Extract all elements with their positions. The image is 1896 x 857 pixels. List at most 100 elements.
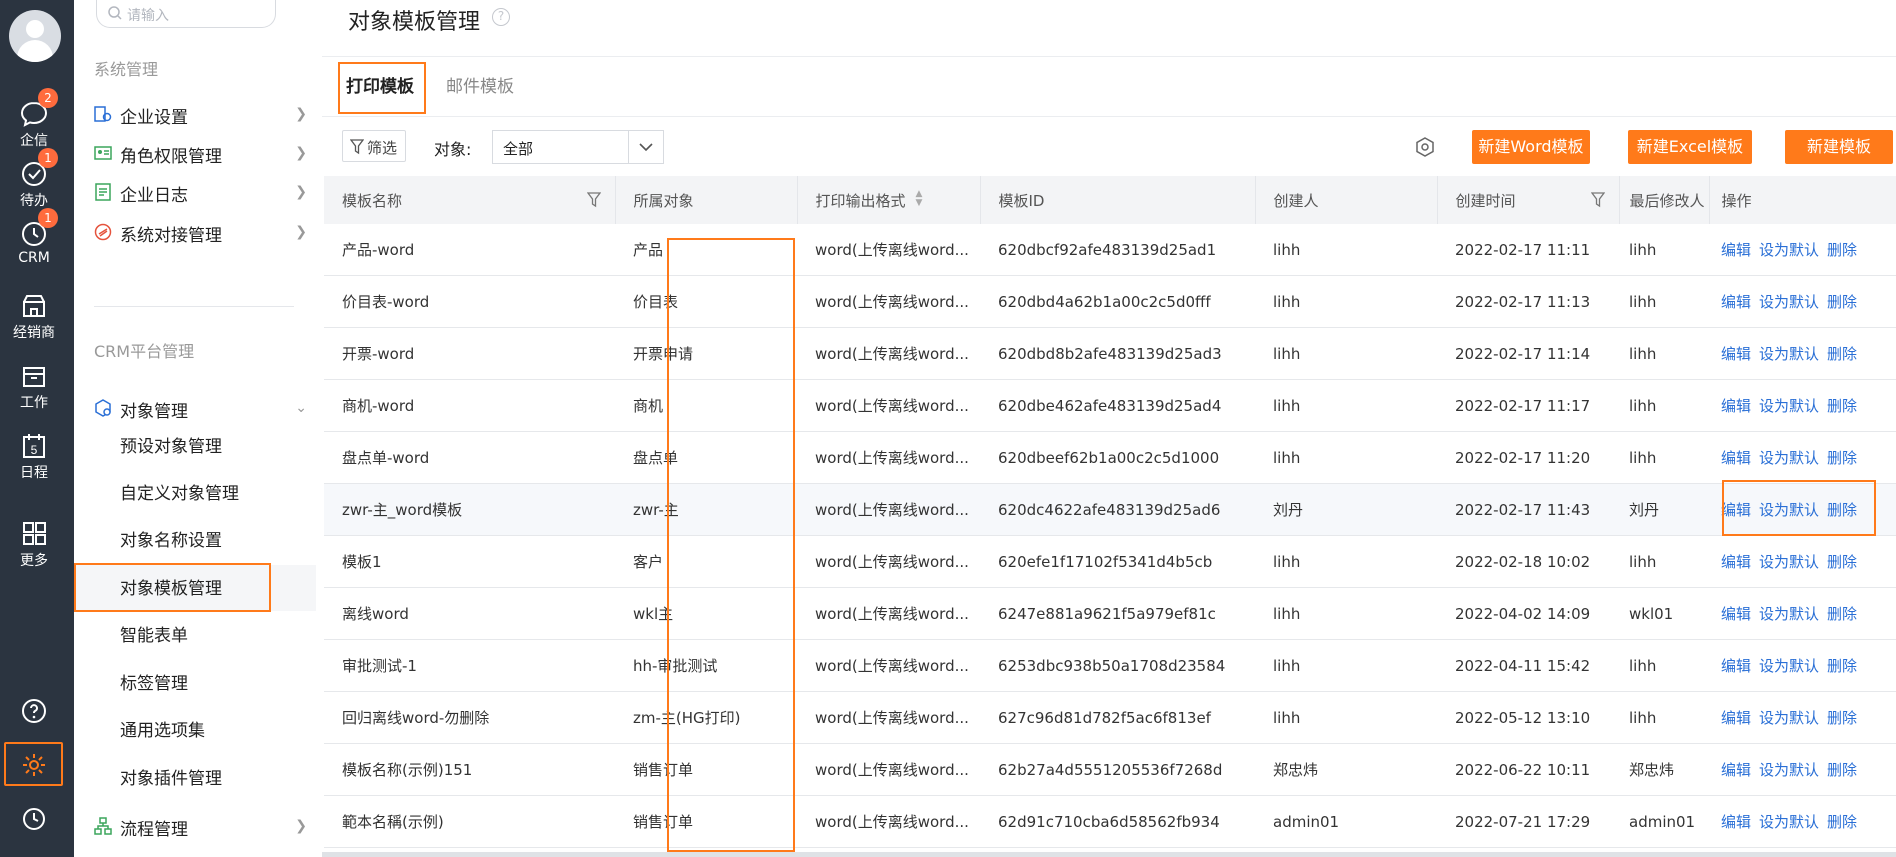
nav-item-process-management[interactable]: 流程管理 ❯ [94, 810, 307, 840]
rail-item-calendar[interactable]: 5 日程 [0, 432, 68, 482]
filter-button[interactable]: 筛选 [342, 130, 406, 162]
cell-creator: lihh [1255, 224, 1437, 276]
set-default-link[interactable]: 设为默认 [1759, 605, 1819, 623]
column-header-creator[interactable]: 创建人 [1255, 176, 1438, 224]
delete-link[interactable]: 删除 [1827, 397, 1857, 415]
delete-link[interactable]: 删除 [1827, 605, 1857, 623]
tab-email-templates[interactable]: 邮件模板 [446, 72, 514, 97]
new-excel-template-button[interactable]: 新建Excel模板 [1628, 130, 1752, 164]
delete-link[interactable]: 删除 [1827, 345, 1857, 363]
edit-link[interactable]: 编辑 [1721, 553, 1751, 571]
table-row: 回归离线word-勿删除 zm-主(HG打印) word(上传离线word... 62… [324, 691, 1896, 744]
new-word-template-button[interactable]: 新建Word模板 [1472, 130, 1590, 164]
header-divider [322, 56, 1896, 57]
nav-search-input[interactable]: 请输入 [96, 0, 276, 28]
set-default-link[interactable]: 设为默认 [1759, 813, 1819, 831]
column-header-created[interactable]: 创建时间 [1437, 176, 1620, 224]
cell-template-id: 620dc4622afe483139d25ad6 [980, 483, 1255, 536]
cell-format: word(上传离线word... [797, 483, 980, 536]
cell-format: word(上传离线word... [797, 639, 980, 692]
set-default-link[interactable]: 设为默认 [1759, 345, 1819, 363]
delete-link[interactable]: 删除 [1827, 449, 1857, 467]
rail-item-todo[interactable]: 待办 1 [0, 148, 68, 210]
set-default-link[interactable]: 设为默认 [1759, 553, 1819, 571]
table-header-row: 模板名称 所属对象 打印输出格式 ▲ ▼ 模板ID 创建人 创建时间 最后修改人 … [324, 176, 1896, 224]
help-button[interactable] [0, 698, 68, 728]
column-header-name[interactable]: 模板名称 [324, 176, 616, 224]
column-header-object[interactable]: 所属对象 [615, 176, 798, 224]
cell-template-id: 620efe1f17102f5341d4b5cb [980, 535, 1255, 588]
set-default-link[interactable]: 设为默认 [1759, 449, 1819, 467]
nav-subitem-smart-forms[interactable]: 智能表单 [120, 621, 188, 646]
rail-item-work[interactable]: 工作 [0, 362, 68, 412]
rail-item-crm[interactable]: CRM 1 [0, 208, 68, 266]
object-select[interactable]: 全部 [492, 130, 664, 164]
filter-icon[interactable] [1590, 192, 1605, 208]
edit-link[interactable]: 编辑 [1721, 605, 1751, 623]
nav-item-system-integration[interactable]: 系统对接管理 ❯ [94, 216, 307, 246]
new-template-button[interactable]: 新建模板 [1785, 130, 1893, 164]
column-header-format[interactable]: 打印输出格式 ▲ ▼ [797, 176, 981, 224]
rail-item-more[interactable]: 更多 [0, 520, 68, 570]
cell-actions: 编辑 设为默认 删除 [1709, 431, 1896, 484]
set-default-link[interactable]: 设为默认 [1759, 709, 1819, 727]
nav-subitem-option-sets[interactable]: 通用选项集 [120, 716, 205, 741]
chevron-right-icon: ❯ [295, 818, 307, 834]
set-default-link[interactable]: 设为默认 [1759, 761, 1819, 779]
delete-link[interactable]: 删除 [1827, 709, 1857, 727]
cell-actions: 编辑 设为默认 删除 [1709, 535, 1896, 588]
cell-template-id: 6247e881a9621f5a979ef81c [980, 587, 1255, 640]
column-header-id[interactable]: 模板ID [980, 176, 1256, 224]
edit-link[interactable]: 编辑 [1721, 241, 1751, 259]
set-default-link[interactable]: 设为默认 [1759, 657, 1819, 675]
cell-actions: 编辑 设为默认 删除 [1709, 743, 1896, 796]
nav-subitem-object-plugins[interactable]: 对象插件管理 [120, 764, 222, 789]
column-header-modifier[interactable]: 最后修改人 [1619, 176, 1710, 224]
nav-item-enterprise-settings[interactable]: 企业设置 ❯ [94, 98, 307, 128]
set-default-link[interactable]: 设为默认 [1759, 397, 1819, 415]
rail-item-dealer[interactable]: 经销商 [0, 292, 68, 342]
nav-subitem-object-names[interactable]: 对象名称设置 [120, 526, 222, 551]
delete-link[interactable]: 删除 [1827, 813, 1857, 831]
nav-item-enterprise-log[interactable]: 企业日志 ❯ [94, 176, 307, 206]
avatar[interactable] [9, 10, 61, 62]
sort-icon[interactable]: ▲ ▼ [916, 190, 923, 208]
help-icon[interactable]: ? [492, 8, 510, 26]
table-row: 审批测试-1 hh-审批测试 word(上传离线word... 6253dbc938b… [324, 639, 1896, 692]
cell-actions: 编辑 设为默认 删除 [1709, 275, 1896, 328]
edit-link[interactable]: 编辑 [1721, 813, 1751, 831]
edit-link[interactable]: 编辑 [1721, 657, 1751, 675]
delete-link[interactable]: 删除 [1827, 761, 1857, 779]
table-row: 模板名称(示例)151 销售订单 word(上传离线word... 62b27a4d5… [324, 743, 1896, 796]
edit-link[interactable]: 编辑 [1721, 293, 1751, 311]
table-row: zwr-主_word模板 zwr-主 word(上传离线word... 620dc46… [324, 483, 1896, 536]
edit-link[interactable]: 编辑 [1721, 761, 1751, 779]
nav-item-role-permissions[interactable]: 角色权限管理 ❯ [94, 137, 307, 167]
chevron-right-icon: ❯ [295, 224, 307, 240]
rail-item-qixin[interactable]: 企信 2 [0, 88, 68, 150]
edit-link[interactable]: 编辑 [1721, 397, 1751, 415]
set-default-link[interactable]: 设为默认 [1759, 241, 1819, 259]
template-table: 模板名称 所属对象 打印输出格式 ▲ ▼ 模板ID 创建人 创建时间 最后修改人 … [324, 176, 1896, 848]
cell-creator: lihh [1255, 431, 1437, 484]
delete-link[interactable]: 删除 [1827, 293, 1857, 311]
nav-subitem-custom-objects[interactable]: 自定义对象管理 [120, 479, 239, 504]
nav-divider [94, 306, 294, 307]
delete-link[interactable]: 删除 [1827, 657, 1857, 675]
nav-item-object-management[interactable]: 对象管理 ⌄ [94, 392, 307, 422]
set-default-link[interactable]: 设为默认 [1759, 293, 1819, 311]
delete-link[interactable]: 删除 [1827, 241, 1857, 259]
delete-link[interactable]: 删除 [1827, 553, 1857, 571]
edit-link[interactable]: 编辑 [1721, 709, 1751, 727]
filter-icon[interactable] [586, 192, 601, 208]
cell-template-id: 620dbd4a62b1a00c2c5d0fff [980, 275, 1255, 328]
history-button[interactable] [0, 806, 68, 836]
cell-creator: 郑忠炜 [1255, 743, 1437, 796]
edit-link[interactable]: 编辑 [1721, 449, 1751, 467]
target-icon[interactable] [1414, 136, 1436, 158]
edit-link[interactable]: 编辑 [1721, 345, 1751, 363]
horizontal-scrollbar[interactable] [322, 852, 1896, 857]
nav-label: 流程管理 [120, 820, 188, 840]
nav-subitem-preset-objects[interactable]: 预设对象管理 [120, 432, 222, 457]
nav-subitem-tags[interactable]: 标签管理 [120, 669, 188, 694]
